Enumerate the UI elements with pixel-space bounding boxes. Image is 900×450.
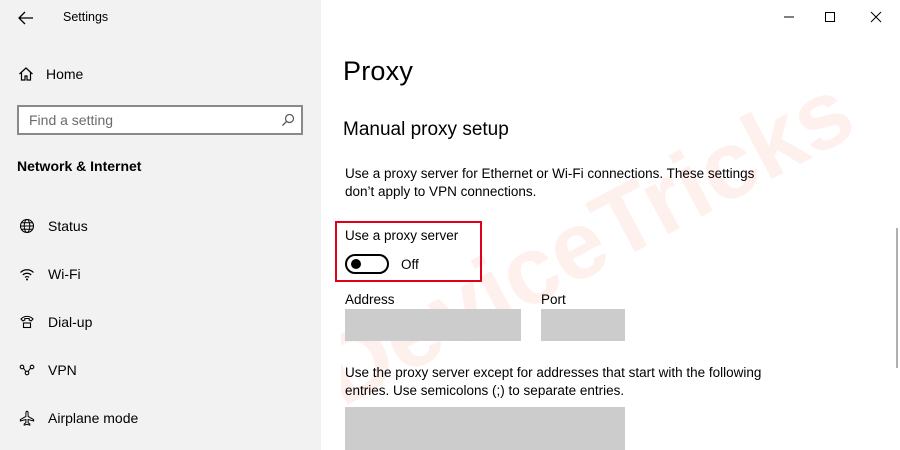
- maximize-icon: [825, 12, 835, 22]
- sidebar-item-label: Wi-Fi: [48, 266, 81, 282]
- sidebar-item-airplane-mode[interactable]: Airplane mode: [18, 406, 138, 430]
- back-button[interactable]: [12, 4, 40, 32]
- main-content: DeviceTricks Proxy Manual proxy setup Us…: [321, 0, 900, 450]
- wifi-icon: [18, 265, 36, 283]
- proxy-toggle-label: Use a proxy server: [345, 228, 459, 243]
- section-title: Manual proxy setup: [343, 119, 509, 140]
- proxy-description: Use a proxy server for Ethernet or Wi-Fi…: [345, 166, 755, 199]
- maximize-button[interactable]: [815, 4, 845, 30]
- sidebar-item-label: VPN: [48, 362, 77, 378]
- sidebar: Settings Home Find a setting Network & I…: [0, 0, 321, 450]
- sidebar-item-label: Dial-up: [48, 314, 93, 330]
- exceptions-description: Use the proxy server except for addresse…: [345, 365, 762, 398]
- port-input[interactable]: [541, 309, 625, 341]
- sidebar-item-label: Airplane mode: [48, 410, 139, 426]
- address-input[interactable]: [345, 309, 521, 341]
- toggle-state-text: Off: [401, 257, 419, 272]
- sidebar-item-label: Status: [48, 218, 88, 234]
- globe-icon: [18, 217, 36, 235]
- close-button[interactable]: [861, 4, 891, 30]
- home-icon: [19, 67, 33, 81]
- search-input[interactable]: Find a setting: [17, 105, 303, 135]
- page-title: Proxy: [343, 56, 414, 86]
- exceptions-input[interactable]: [345, 407, 625, 450]
- sidebar-item-dialup[interactable]: Dial-up: [18, 310, 92, 334]
- airplane-icon: [18, 409, 36, 427]
- sidebar-item-status[interactable]: Status: [18, 214, 88, 238]
- search-placeholder: Find a setting: [29, 112, 114, 128]
- minimize-button[interactable]: [774, 4, 804, 30]
- address-label: Address: [345, 292, 395, 307]
- toggle-knob: [351, 259, 361, 269]
- scrollbar[interactable]: [896, 228, 898, 368]
- sidebar-section-title: Network & Internet: [17, 158, 142, 174]
- phone-icon: [18, 313, 36, 331]
- minimize-icon: [784, 16, 794, 18]
- app-title: Settings: [63, 10, 109, 24]
- sidebar-item-home[interactable]: Home: [18, 62, 83, 86]
- sidebar-item-label: Home: [46, 66, 84, 82]
- sidebar-item-wifi[interactable]: Wi-Fi: [18, 262, 81, 286]
- back-arrow-icon: [18, 11, 33, 25]
- sidebar-item-vpn[interactable]: VPN: [18, 358, 77, 382]
- port-label: Port: [541, 292, 566, 307]
- vpn-icon: [18, 361, 36, 379]
- proxy-toggle[interactable]: [345, 254, 389, 274]
- close-icon: [870, 11, 882, 23]
- search-icon[interactable]: [275, 107, 301, 133]
